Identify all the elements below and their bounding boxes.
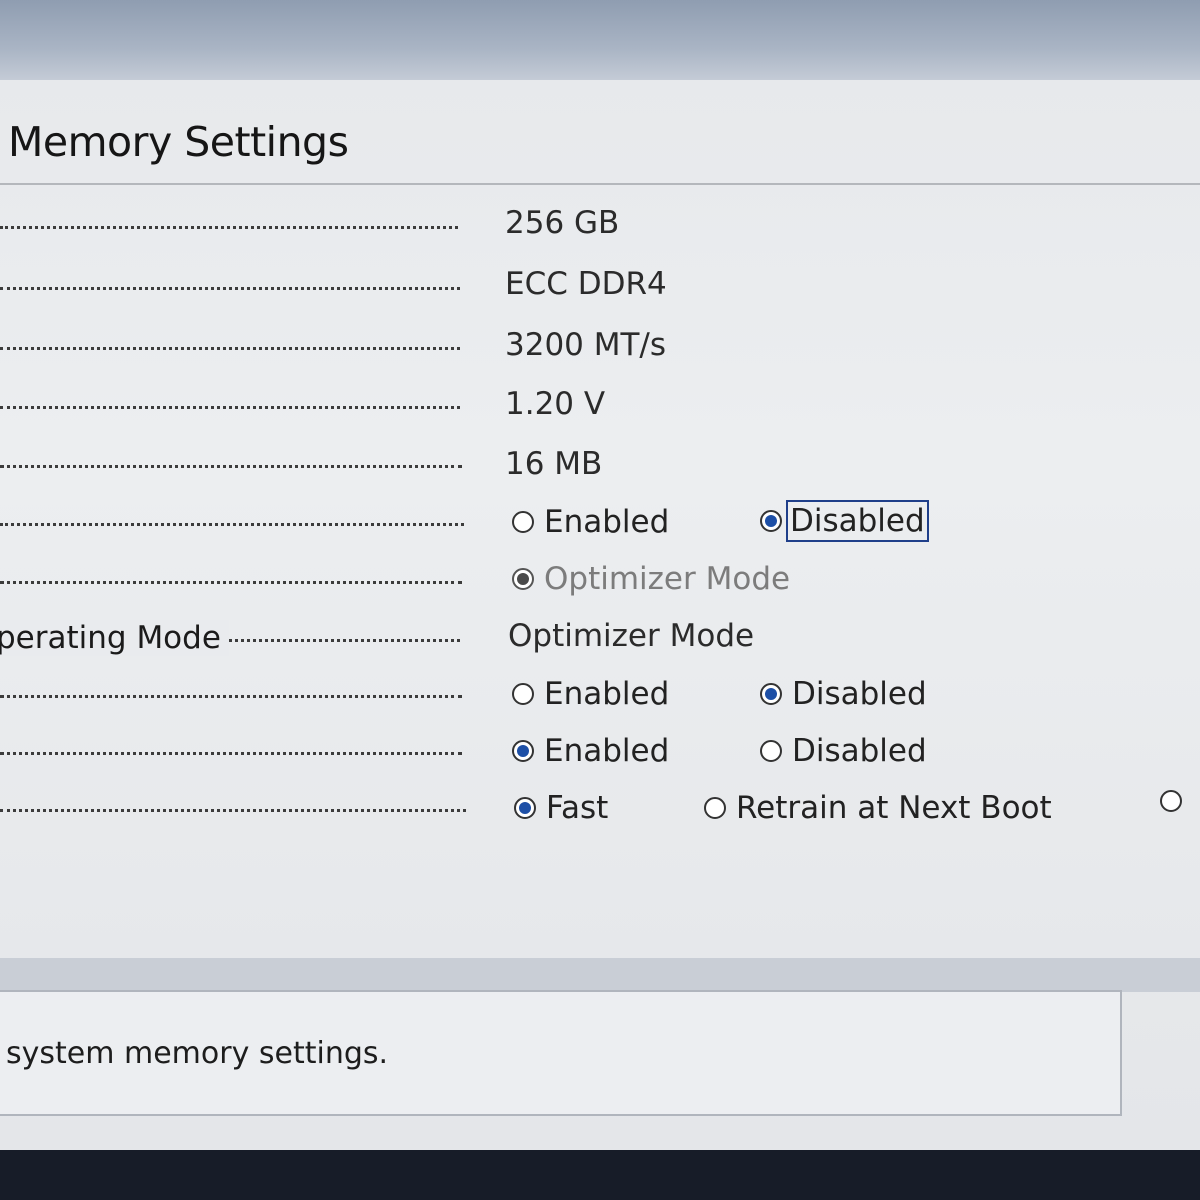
radio-selected-icon: [514, 797, 536, 819]
row11-fast-label: Fast: [546, 790, 609, 826]
row6-enabled-option[interactable]: Enabled: [512, 504, 669, 540]
row6-enabled-label: Enabled: [544, 504, 670, 540]
leader-row-1: [0, 226, 458, 229]
current-operating-mode-value: Optimizer Mode: [508, 618, 755, 654]
system-memory-speed-value: 3200 MT/s: [505, 327, 667, 363]
radio-selected-icon: [760, 510, 782, 532]
radio-selected-icon: [760, 683, 782, 705]
bottom-bezel: [0, 1150, 1200, 1200]
radio-unselected-icon: [512, 683, 534, 705]
help-divider-strip: [0, 958, 1200, 992]
row10-enabled-option[interactable]: Enabled: [512, 733, 669, 769]
leader-row-3: [0, 347, 460, 350]
leader-row-6: [0, 523, 464, 526]
row9-enabled-label: Enabled: [544, 676, 670, 712]
row11-third-option[interactable]: [1160, 790, 1182, 812]
bios-screen: Memory Settings perating Mode 256 GB ECC…: [0, 0, 1200, 1150]
radio-selected-icon: [512, 740, 534, 762]
radio-unselected-icon: [704, 797, 726, 819]
radio-unselected-icon: [1160, 790, 1182, 812]
leader-row-9: [0, 695, 462, 698]
row7-optimizer-option: Optimizer Mode: [512, 561, 790, 597]
help-text: system memory settings.: [6, 1036, 389, 1071]
leader-row-2: [0, 287, 460, 290]
row9-disabled-label: Disabled: [792, 676, 927, 712]
row9-enabled-option[interactable]: Enabled: [512, 676, 669, 712]
radio-selected-icon: [512, 568, 534, 590]
row10-enabled-label: Enabled: [544, 733, 670, 769]
row11-fast-option[interactable]: Fast: [514, 790, 608, 826]
title-divider: [0, 183, 1200, 185]
system-memory-type-value: ECC DDR4: [505, 266, 667, 302]
row6-disabled-option[interactable]: Disabled: [760, 500, 929, 542]
page-title: Memory Settings: [8, 118, 349, 166]
operating-mode-label: perating Mode: [0, 620, 229, 656]
row7-optimizer-label: Optimizer Mode: [544, 561, 791, 597]
row6-disabled-label: Disabled: [786, 500, 929, 542]
video-memory-value: 16 MB: [505, 446, 603, 482]
row10-disabled-option[interactable]: Disabled: [760, 733, 927, 769]
top-banner: [0, 0, 1200, 80]
row11-retrain-option[interactable]: Retrain at Next Boot: [704, 790, 1052, 826]
leader-row-10: [0, 752, 462, 755]
leader-row-4: [0, 406, 460, 409]
row10-disabled-label: Disabled: [792, 733, 927, 769]
leader-row-11: [0, 809, 466, 812]
radio-unselected-icon: [512, 511, 534, 533]
radio-unselected-icon: [760, 740, 782, 762]
leader-row-5: [0, 465, 462, 468]
system-memory-size-value: 256 GB: [505, 205, 620, 241]
row11-retrain-label: Retrain at Next Boot: [736, 790, 1052, 826]
row9-disabled-option[interactable]: Disabled: [760, 676, 927, 712]
leader-row-7: [0, 581, 462, 584]
system-memory-voltage-value: 1.20 V: [505, 386, 606, 422]
